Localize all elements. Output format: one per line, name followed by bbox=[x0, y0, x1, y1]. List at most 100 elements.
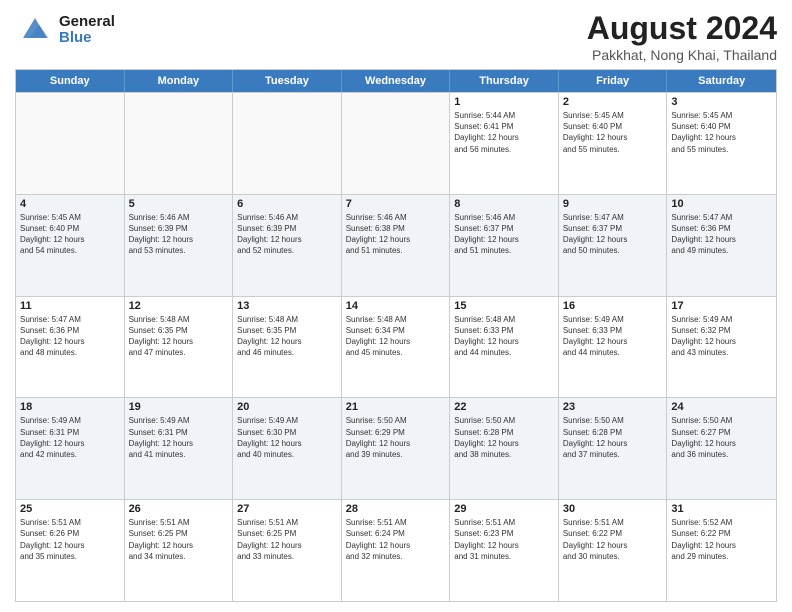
cal-cell-4-5: 30Sunrise: 5:51 AM Sunset: 6:22 PM Dayli… bbox=[559, 500, 668, 601]
day-info-0-5: Sunrise: 5:45 AM Sunset: 6:40 PM Dayligh… bbox=[563, 110, 663, 155]
calendar-row-2: 11 Sunrise: 5:47 AM Sunset: 6:36 PM Dayli… bbox=[16, 296, 776, 398]
day-number-2-2: 13 bbox=[237, 300, 337, 312]
cal-cell-4-2: 27Sunrise: 5:51 AM Sunset: 6:25 PM Dayli… bbox=[233, 500, 342, 601]
day-number-1-5: 9 bbox=[563, 198, 663, 210]
day-number-0-5: 2 bbox=[563, 96, 663, 108]
calendar-body: 1 Sunrise: 5:44 AM Sunset: 6:41 PM Daylig… bbox=[16, 92, 776, 601]
day-number-1-2: 6 bbox=[237, 198, 337, 210]
day-info-2-5: Sunrise: 5:49 AM Sunset: 6:33 PM Dayligh… bbox=[563, 314, 663, 359]
cal-cell-1-3: 7 Sunrise: 5:46 AM Sunset: 6:38 PM Daylig… bbox=[342, 195, 451, 296]
cal-cell-2-0: 11 Sunrise: 5:47 AM Sunset: 6:36 PM Dayli… bbox=[16, 297, 125, 398]
day-number-2-1: 12 bbox=[129, 300, 229, 312]
day-number-2-5: 16 bbox=[563, 300, 663, 312]
cal-cell-2-6: 17Sunrise: 5:49 AM Sunset: 6:32 PM Dayli… bbox=[667, 297, 776, 398]
calendar-row-4: 25 Sunrise: 5:51 AM Sunset: 6:26 PM Dayli… bbox=[16, 499, 776, 601]
cal-cell-3-0: 18Sunrise: 5:49 AM Sunset: 6:31 PM Dayli… bbox=[16, 398, 125, 499]
cal-cell-4-1: 26 Sunrise: 5:51 AM Sunset: 6:25 PM Dayli… bbox=[125, 500, 234, 601]
day-info-4-6: Sunrise: 5:52 AM Sunset: 6:22 PM Dayligh… bbox=[671, 517, 772, 562]
logo-blue-text: Blue bbox=[59, 30, 115, 47]
day-info-4-3: Sunrise: 5:51 AM Sunset: 6:24 PM Dayligh… bbox=[346, 517, 446, 562]
cal-cell-1-2: 6 Sunrise: 5:46 AM Sunset: 6:39 PM Daylig… bbox=[233, 195, 342, 296]
day-info-3-1: Sunrise: 5:49 AM Sunset: 6:31 PM Dayligh… bbox=[129, 415, 229, 460]
day-number-2-3: 14 bbox=[346, 300, 446, 312]
cal-cell-3-2: 20 Sunrise: 5:49 AM Sunset: 6:30 PM Dayli… bbox=[233, 398, 342, 499]
subtitle: Pakkhat, Nong Khai, Thailand bbox=[587, 47, 777, 63]
cal-cell-1-1: 5 Sunrise: 5:46 AM Sunset: 6:39 PM Daylig… bbox=[125, 195, 234, 296]
day-info-3-3: Sunrise: 5:50 AM Sunset: 6:29 PM Dayligh… bbox=[346, 415, 446, 460]
day-info-2-2: Sunrise: 5:48 AM Sunset: 6:35 PM Dayligh… bbox=[237, 314, 337, 359]
header-monday: Monday bbox=[125, 70, 234, 92]
day-number-3-6: 24 bbox=[671, 401, 772, 413]
day-number-3-2: 20 bbox=[237, 401, 337, 413]
day-number-3-5: 23 bbox=[563, 401, 663, 413]
day-info-1-4: Sunrise: 5:46 AM Sunset: 6:37 PM Dayligh… bbox=[454, 212, 554, 257]
cal-cell-3-5: 23 Sunrise: 5:50 AM Sunset: 6:28 PM Dayli… bbox=[559, 398, 668, 499]
cal-cell-2-2: 13 Sunrise: 5:48 AM Sunset: 6:35 PM Dayli… bbox=[233, 297, 342, 398]
day-info-4-4: Sunrise: 5:51 AM Sunset: 6:23 PM Dayligh… bbox=[454, 517, 554, 562]
day-info-4-0: Sunrise: 5:51 AM Sunset: 6:26 PM Dayligh… bbox=[20, 517, 120, 562]
day-number-3-4: 22 bbox=[454, 401, 554, 413]
day-number-4-6: 31 bbox=[671, 503, 772, 515]
header-wednesday: Wednesday bbox=[342, 70, 451, 92]
day-number-1-0: 4 bbox=[20, 198, 120, 210]
day-info-1-5: Sunrise: 5:47 AM Sunset: 6:37 PM Dayligh… bbox=[563, 212, 663, 257]
page: General Blue August 2024 Pakkhat, Nong K… bbox=[0, 0, 792, 612]
day-number-4-3: 28 bbox=[346, 503, 446, 515]
cal-cell-1-4: 8 Sunrise: 5:46 AM Sunset: 6:37 PM Daylig… bbox=[450, 195, 559, 296]
cal-cell-2-3: 14 Sunrise: 5:48 AM Sunset: 6:34 PM Dayli… bbox=[342, 297, 451, 398]
day-info-3-6: Sunrise: 5:50 AM Sunset: 6:27 PM Dayligh… bbox=[671, 415, 772, 460]
cal-cell-3-1: 19Sunrise: 5:49 AM Sunset: 6:31 PM Dayli… bbox=[125, 398, 234, 499]
day-number-1-4: 8 bbox=[454, 198, 554, 210]
day-number-4-4: 29 bbox=[454, 503, 554, 515]
header-saturday: Saturday bbox=[667, 70, 776, 92]
header-sunday: Sunday bbox=[16, 70, 125, 92]
cal-cell-3-6: 24 Sunrise: 5:50 AM Sunset: 6:27 PM Dayli… bbox=[667, 398, 776, 499]
cal-cell-0-6: 3Sunrise: 5:45 AM Sunset: 6:40 PM Daylig… bbox=[667, 93, 776, 194]
day-info-4-5: Sunrise: 5:51 AM Sunset: 6:22 PM Dayligh… bbox=[563, 517, 663, 562]
day-number-1-1: 5 bbox=[129, 198, 229, 210]
cal-cell-0-0 bbox=[16, 93, 125, 194]
calendar-row-3: 18 Sunrise: 5:49 AM Sunset: 6:31 PM Dayli… bbox=[16, 397, 776, 499]
cal-cell-2-1: 12Sunrise: 5:48 AM Sunset: 6:35 PM Dayli… bbox=[125, 297, 234, 398]
cal-cell-3-3: 21 Sunrise: 5:50 AM Sunset: 6:29 PM Dayli… bbox=[342, 398, 451, 499]
cal-cell-0-2 bbox=[233, 93, 342, 194]
day-number-0-4: 1 bbox=[454, 96, 554, 108]
cal-cell-0-5: 2 Sunrise: 5:45 AM Sunset: 6:40 PM Daylig… bbox=[559, 93, 668, 194]
day-number-3-0: 18 bbox=[20, 401, 120, 413]
cal-cell-0-4: 1 Sunrise: 5:44 AM Sunset: 6:41 PM Daylig… bbox=[450, 93, 559, 194]
day-info-3-2: Sunrise: 5:49 AM Sunset: 6:30 PM Dayligh… bbox=[237, 415, 337, 460]
calendar: Sunday Monday Tuesday Wednesday Thursday… bbox=[15, 69, 777, 602]
header-thursday: Thursday bbox=[450, 70, 559, 92]
day-number-2-0: 11 bbox=[20, 300, 120, 312]
calendar-row-0: 1 Sunrise: 5:44 AM Sunset: 6:41 PM Daylig… bbox=[16, 92, 776, 194]
cal-cell-2-5: 16 Sunrise: 5:49 AM Sunset: 6:33 PM Dayli… bbox=[559, 297, 668, 398]
header-friday: Friday bbox=[559, 70, 668, 92]
logo-general-text: General bbox=[59, 14, 115, 31]
calendar-row-1: 4 Sunrise: 5:45 AM Sunset: 6:40 PM Daylig… bbox=[16, 194, 776, 296]
day-info-3-5: Sunrise: 5:50 AM Sunset: 6:28 PM Dayligh… bbox=[563, 415, 663, 460]
day-number-4-1: 26 bbox=[129, 503, 229, 515]
day-number-4-2: 27 bbox=[237, 503, 337, 515]
cal-cell-1-0: 4 Sunrise: 5:45 AM Sunset: 6:40 PM Daylig… bbox=[16, 195, 125, 296]
logo-icon bbox=[15, 10, 55, 50]
day-info-2-0: Sunrise: 5:47 AM Sunset: 6:36 PM Dayligh… bbox=[20, 314, 120, 359]
day-info-4-1: Sunrise: 5:51 AM Sunset: 6:25 PM Dayligh… bbox=[129, 517, 229, 562]
cal-cell-1-6: 10Sunrise: 5:47 AM Sunset: 6:36 PM Dayli… bbox=[667, 195, 776, 296]
day-number-3-3: 21 bbox=[346, 401, 446, 413]
cal-cell-1-5: 9 Sunrise: 5:47 AM Sunset: 6:37 PM Daylig… bbox=[559, 195, 668, 296]
day-info-1-0: Sunrise: 5:45 AM Sunset: 6:40 PM Dayligh… bbox=[20, 212, 120, 257]
day-info-1-2: Sunrise: 5:46 AM Sunset: 6:39 PM Dayligh… bbox=[237, 212, 337, 257]
day-number-1-6: 10 bbox=[671, 198, 772, 210]
header: General Blue August 2024 Pakkhat, Nong K… bbox=[15, 10, 777, 63]
main-title: August 2024 bbox=[587, 10, 777, 47]
day-number-4-0: 25 bbox=[20, 503, 120, 515]
day-info-1-1: Sunrise: 5:46 AM Sunset: 6:39 PM Dayligh… bbox=[129, 212, 229, 257]
day-info-0-4: Sunrise: 5:44 AM Sunset: 6:41 PM Dayligh… bbox=[454, 110, 554, 155]
day-info-1-3: Sunrise: 5:46 AM Sunset: 6:38 PM Dayligh… bbox=[346, 212, 446, 257]
title-block: August 2024 Pakkhat, Nong Khai, Thailand bbox=[587, 10, 777, 63]
cal-cell-3-4: 22Sunrise: 5:50 AM Sunset: 6:28 PM Dayli… bbox=[450, 398, 559, 499]
day-number-1-3: 7 bbox=[346, 198, 446, 210]
day-info-2-3: Sunrise: 5:48 AM Sunset: 6:34 PM Dayligh… bbox=[346, 314, 446, 359]
cal-cell-4-4: 29 Sunrise: 5:51 AM Sunset: 6:23 PM Dayli… bbox=[450, 500, 559, 601]
cal-cell-2-4: 15Sunrise: 5:48 AM Sunset: 6:33 PM Dayli… bbox=[450, 297, 559, 398]
